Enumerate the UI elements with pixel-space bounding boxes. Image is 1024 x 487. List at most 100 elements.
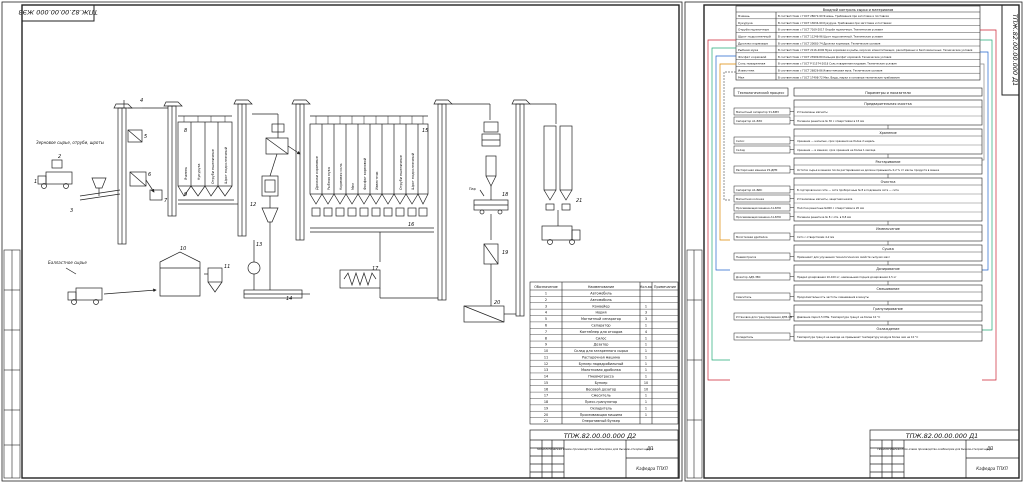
spec-row-pos: 14 — [544, 375, 548, 379]
steam-label: Пар — [469, 187, 476, 191]
svg-text:12: 12 — [250, 202, 256, 208]
svg-text:Обозначение: Обозначение — [534, 285, 558, 289]
spec-row-pos: 5 — [545, 317, 547, 321]
svg-text:19: 19 — [502, 250, 508, 256]
spec-row-name: Нория — [595, 311, 606, 315]
quality-header: Входной контроль сырья и материалов — [823, 8, 894, 12]
section-parameter: Применяют для улучшения технологических … — [797, 255, 891, 259]
svg-text:Кол-во: Кол-во — [640, 285, 652, 289]
section-parameter: Остаток сырья в мешках после растаривани… — [797, 168, 940, 172]
section-parameter: Продолжительность частоты смешивания в м… — [797, 295, 869, 299]
svg-text:Рыбная мука: Рыбная мука — [327, 167, 331, 190]
section-title: Предварительная очистка — [864, 102, 911, 106]
section-title: Гранулирование — [873, 307, 903, 311]
noria-granulation — [433, 99, 453, 301]
process-header: Технологический процесс — [737, 91, 785, 95]
spec-row-name: Автомобиль — [590, 298, 611, 302]
quality-row-standard: В соответствии с ГОСТ Р 51574-2018 Соль … — [778, 62, 897, 66]
spec-row-name: Бункер надвдробильный — [579, 362, 624, 366]
section-equipment: Сепаратор А1-БЗО — [736, 119, 762, 123]
section-parameter: Посевное решетное № 8 с отв. в 8,8 мм — [797, 215, 851, 219]
svg-text:11: 11 — [224, 264, 230, 270]
section-parameter: Установлены магниты — [797, 110, 828, 114]
svg-text:Известняк: Известняк — [375, 171, 379, 190]
section-equipment: Магнитный сепаратор У1-БМЗ — [736, 110, 779, 114]
quality-row-material: Ячмень — [738, 14, 750, 18]
spec-row-pos: 8 — [545, 336, 547, 340]
left-drawing-sheet: ТПЖ.82.00.00.000 ЖЭЗ Зерновое сырье, отр… — [0, 0, 684, 483]
spec-row-name: Молотковая дробилка — [581, 368, 621, 372]
spec-table-headers: Обозначение Наименование Кол-во Примечан… — [534, 285, 676, 289]
spec-row-pos: 16 — [544, 387, 548, 391]
spec-row-name: Магнитный сепаратор — [581, 317, 621, 321]
mixer-17 — [339, 269, 381, 289]
right-drawing-sheet: ТПЖ.82.00.00.000 Д1 Входной контроль сыр… — [684, 0, 1024, 483]
stamp-stage-right: ДП — [986, 446, 993, 451]
spec-row-qty: 1 — [645, 355, 647, 359]
svg-text:Шрот подсолнечный: Шрот подсолнечный — [224, 147, 228, 184]
spec-row-name: Дозатор — [594, 343, 609, 347]
spec-row-pos: 6 — [545, 323, 547, 327]
svg-text:Примечание: Примечание — [654, 285, 676, 289]
spec-row-name: Оперативный бункер — [582, 419, 620, 423]
section-parameter: Полотна решетные №000 с отверстиями в 20… — [797, 206, 864, 210]
corner-code-right: ТПЖ.82.00.00.000 Д1 — [1011, 14, 1019, 87]
spec-row-qty: 10 — [644, 387, 648, 391]
section-equipment: Просеивающая машина А1-БПО — [736, 215, 781, 219]
quality-row-standard: В соответствии с ГОСТ 26826-86 Известняк… — [778, 69, 883, 73]
stamp-org: Кафедра ТПХП — [636, 466, 667, 471]
spec-row-pos: 11 — [544, 355, 548, 359]
params-header: Параметры и показатели — [865, 91, 910, 95]
svg-text:Кукуруза: Кукуруза — [197, 163, 201, 180]
spec-row-name: Склад для затаренного сырья — [574, 349, 628, 353]
quality-row-material: Дрожжи кормовые — [738, 41, 768, 45]
spec-row-qty: 10 — [644, 381, 648, 385]
block-diagram: ТПЖ.82.00.00.000 Д1 Входной контроль сыр… — [684, 1, 1023, 482]
svg-text:4: 4 — [140, 98, 143, 104]
section-equipment: Установка для гранулирования ДГВ-1М — [736, 315, 793, 319]
warehouse-10 — [159, 251, 201, 297]
spec-row-name: Весовой дозатор — [586, 387, 616, 391]
spec-row-name: Контейнер для отходов — [580, 330, 623, 334]
process-sections: Предварительная очистка Магнитный сепарат… — [733, 99, 983, 342]
press-granulator-18 — [473, 121, 509, 215]
section-title: Хранение — [879, 131, 896, 135]
spec-row-qty: 1 — [645, 413, 647, 417]
spec-row-pos: 1 — [545, 292, 547, 296]
svg-text:Кормовая соль: Кормовая соль — [339, 163, 343, 190]
drawing-frame — [21, 4, 680, 479]
svg-text:7: 7 — [164, 198, 168, 204]
silo-names-a: Ячмень Кукуруза Отруби пшеничные Шрот по… — [184, 147, 228, 184]
svg-text:2: 2 — [58, 154, 61, 160]
left-margin-strip — [3, 249, 21, 479]
quality-row-material: Отруби пшеничные — [738, 28, 769, 32]
truck-3 — [541, 225, 581, 245]
section-equipment: Сепаратор А1-БИС — [736, 188, 762, 192]
section-title: Охлаждение — [877, 327, 900, 331]
section-parameter: Хранение — в мешках, срок хранения не бо… — [797, 148, 876, 152]
spec-row-pos: 7 — [545, 330, 547, 334]
svg-text:8: 8 — [184, 128, 187, 134]
spec-table-rows: 1 Автомобиль2 Автомобиль3 Конвейер 14 Нория 35… — [530, 292, 678, 423]
stamp-title-right: Технологическая блок-схема производства … — [877, 447, 993, 451]
quality-row-material: Шрот подсолнечный — [738, 35, 771, 39]
spec-row-pos: 20 — [544, 413, 548, 417]
quality-row-standard: В соответствии с ГОСТ 11246-96 Шрот подс… — [778, 35, 883, 39]
svg-text:Отруби пшеничные: Отруби пшеничные — [399, 155, 403, 190]
spec-row-qty: 1 — [645, 375, 647, 379]
svg-text:10: 10 — [180, 246, 186, 252]
quality-rows: Ячмень В соответствии с ГОСТ 28672-90 Ячм… — [736, 14, 980, 79]
spec-row-name: Силос — [596, 336, 607, 340]
spec-row-pos: 2 — [545, 298, 547, 302]
receiving-hopper — [91, 177, 107, 189]
spec-row-name: Просеивающая машина — [580, 413, 623, 417]
quality-row-material: Рыбная мука — [738, 48, 758, 52]
stamp-org-right: Кафедра ТПХП — [976, 466, 1007, 471]
spec-row-qty: 1 — [645, 343, 647, 347]
section-parameter: Температура гранул на выходе не превышае… — [797, 335, 918, 339]
svg-text:Мел: Мел — [351, 183, 355, 190]
section-equipment: Магнитная колонка — [736, 197, 764, 201]
svg-text:Фосфат кормовой: Фосфат кормовой — [363, 158, 367, 190]
section-parameter: Хранение — насыпью, срок хранения не бол… — [797, 139, 875, 143]
dosers-16 — [311, 207, 428, 217]
